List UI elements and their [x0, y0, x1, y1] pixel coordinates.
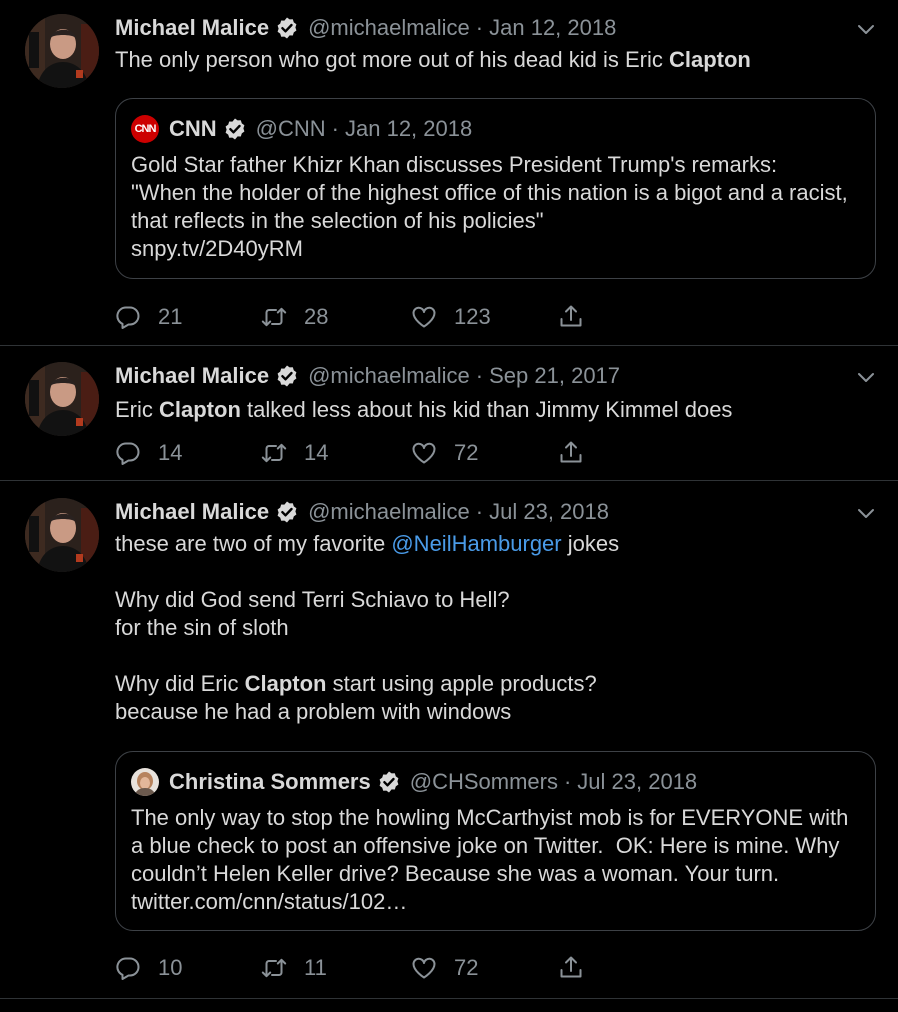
separator-dot: · [563, 769, 572, 794]
avatar-image [25, 362, 99, 436]
tweet-actions: 21 28 123 [115, 302, 595, 332]
quote-date: Jul 23, 2018 [577, 769, 698, 794]
text-segment: The only person who got more out of his … [115, 47, 669, 72]
cnn-logo-icon: CNN [131, 115, 159, 143]
verified-badge-icon [377, 770, 401, 794]
text-segment: talked less about his kid than Jimmy Kim… [240, 397, 733, 422]
quote-avatar [131, 768, 159, 796]
tweet-actions: 10 11 72 [115, 953, 595, 983]
heart-icon [411, 955, 437, 981]
tweet-date[interactable]: Sep 21, 2017 [489, 363, 620, 389]
tweet-header: Michael Malice @michaelmalice · Sep 21, … [115, 361, 620, 391]
retweet-button[interactable]: 11 [261, 953, 327, 983]
quote-header: CNN CNN @CNN · Jan 12, 2018 [131, 115, 472, 143]
share-icon [558, 955, 584, 981]
reply-button[interactable]: 14 [115, 438, 182, 468]
avatar-image [25, 498, 99, 572]
tweet-text: Eric Clapton talked less about his kid t… [115, 396, 875, 424]
like-count: 72 [454, 440, 479, 465]
retweet-icon [261, 304, 287, 330]
verified-badge-icon [275, 16, 299, 40]
quote-header: Christina Sommers @CHSommers · Jul 23, 2… [131, 768, 697, 796]
quoted-tweet[interactable]: Christina Sommers @CHSommers · Jul 23, 2… [115, 751, 876, 931]
mention-link[interactable]: @NeilHamburger [391, 531, 561, 556]
share-button[interactable] [558, 302, 601, 332]
reply-button[interactable]: 10 [115, 953, 182, 983]
separator-dot: · [475, 15, 484, 40]
tweet[interactable]: Michael Malice @michaelmalice · Jan 12, … [0, 0, 898, 346]
text-segment: these are two of my favorite [115, 531, 392, 556]
share-icon [558, 304, 584, 330]
separator-dot: · [475, 363, 484, 388]
highlighted-term: Clapton [244, 671, 327, 696]
share-button[interactable] [558, 438, 601, 468]
share-button[interactable] [558, 953, 601, 983]
quote-author-handle: @CNN [255, 116, 326, 141]
tweet-date[interactable]: Jul 23, 2018 [489, 499, 609, 525]
quote-author-handle: @CHSommers [409, 769, 558, 794]
retweet-count: 14 [304, 440, 329, 465]
avatar[interactable] [25, 362, 99, 436]
retweet-icon [261, 955, 287, 981]
verified-badge-icon [275, 364, 299, 388]
verified-badge-icon [275, 500, 299, 524]
like-count: 72 [454, 955, 479, 980]
tweet[interactable]: Michael Malice @michaelmalice · Jul 23, … [0, 481, 898, 999]
avatar[interactable] [25, 14, 99, 88]
author-name[interactable]: Michael Malice [115, 499, 269, 525]
avatar-image [25, 14, 99, 88]
retweet-button[interactable]: 28 [261, 302, 328, 332]
reply-icon [115, 440, 141, 466]
quote-author-name: CNN [169, 116, 217, 141]
quote-text: The only way to stop the howling McCarth… [131, 805, 855, 914]
reply-icon [115, 304, 141, 330]
share-icon [558, 440, 584, 466]
highlighted-term: Clapton [668, 47, 751, 72]
retweet-count: 28 [304, 304, 329, 329]
tweet-date[interactable]: Jan 12, 2018 [489, 15, 616, 41]
tweet-text: these are two of my favorite @NeilHambur… [115, 530, 875, 726]
retweet-icon [261, 440, 287, 466]
reply-count: 14 [158, 440, 183, 465]
quote-text: Gold Star father Khizr Khan discusses Pr… [131, 152, 848, 261]
retweet-button[interactable]: 14 [261, 438, 328, 468]
chevron-down-icon[interactable] [856, 370, 876, 384]
author-handle[interactable]: @michaelmalice [308, 499, 470, 525]
separator-dot: · [475, 499, 484, 524]
author-handle[interactable]: @michaelmalice [308, 363, 470, 389]
tweet-actions: 14 14 72 [115, 438, 595, 468]
cnn-logo-text: CNN [134, 123, 157, 135]
tweet-header: Michael Malice @michaelmalice · Jul 23, … [115, 497, 609, 527]
text-segment: Eric [115, 397, 159, 422]
like-button[interactable]: 72 [411, 438, 478, 468]
like-count: 123 [454, 304, 491, 329]
reply-icon [115, 955, 141, 981]
reply-count: 10 [158, 955, 183, 980]
like-button[interactable]: 72 [411, 953, 478, 983]
author-handle[interactable]: @michaelmalice [308, 15, 470, 41]
like-button[interactable]: 123 [411, 302, 491, 332]
quote-date: Jan 12, 2018 [345, 116, 473, 141]
reply-count: 21 [158, 304, 183, 329]
author-name[interactable]: Michael Malice [115, 15, 269, 41]
avatar[interactable] [25, 498, 99, 572]
tweet[interactable]: Michael Malice @michaelmalice · Sep 21, … [0, 346, 898, 481]
highlighted-term: Clapton [159, 397, 241, 422]
chevron-down-icon[interactable] [856, 22, 876, 36]
tweet-header: Michael Malice @michaelmalice · Jan 12, … [115, 13, 616, 43]
tweet-text: The only person who got more out of his … [115, 46, 875, 74]
verified-badge-icon [223, 117, 247, 141]
heart-icon [411, 304, 437, 330]
quoted-tweet[interactable]: CNN CNN @CNN · Jan 12, 2018 Gold Star fa… [115, 98, 876, 279]
quote-author-name: Christina Sommers [169, 769, 371, 794]
separator-dot: · [331, 116, 339, 141]
retweet-count: 11 [304, 955, 327, 980]
author-name[interactable]: Michael Malice [115, 363, 269, 389]
reply-button[interactable]: 21 [115, 302, 182, 332]
chevron-down-icon[interactable] [856, 506, 876, 520]
heart-icon [411, 440, 437, 466]
